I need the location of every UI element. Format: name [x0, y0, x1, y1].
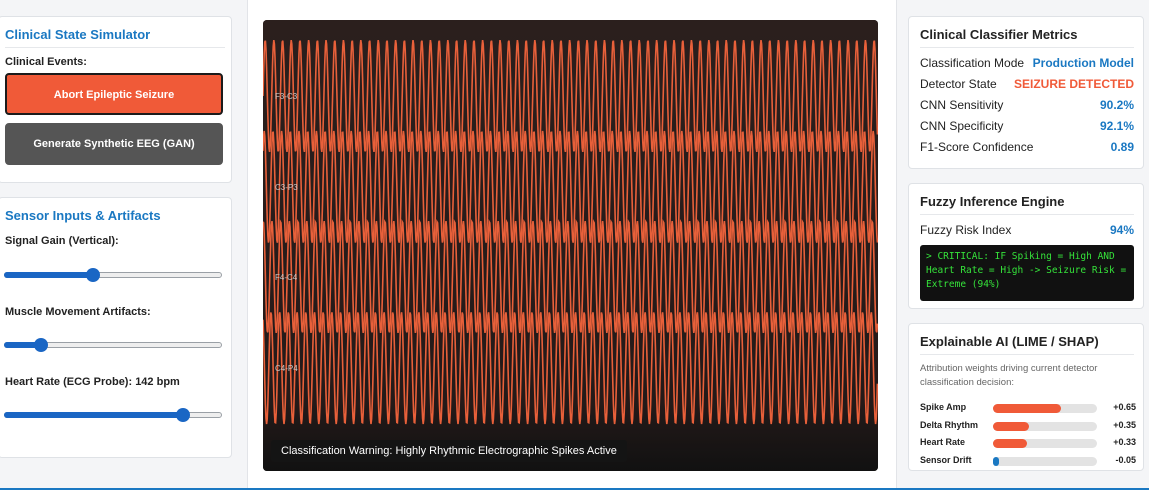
metric-value: 0.89 — [1110, 140, 1134, 154]
sensor-inputs-title: Sensor Inputs & Artifacts — [5, 208, 161, 223]
metric-value: SEIZURE DETECTED — [1013, 77, 1134, 91]
slider-thumb[interactable] — [34, 338, 49, 352]
attribution-bar-track — [993, 421, 1097, 431]
right-panel: Clinical Classifier Metrics Classificati… — [896, 0, 1149, 488]
eeg-waveform-canvas: F3-C3 C3-P3 F4-C4 C4-P4 — [263, 20, 878, 471]
slider-thumb[interactable] — [175, 408, 190, 422]
classifier-metrics-title: Clinical Classifier Metrics — [920, 27, 1078, 42]
attribution-feature-name: Delta Rhythm — [920, 419, 979, 430]
attribution-value: -0.05 — [1115, 454, 1136, 465]
metric-value: 90.2% — [1099, 98, 1134, 112]
signal-gain-label: Signal Gain (Vertical): — [5, 235, 119, 247]
heart-rate-slider[interactable] — [4, 408, 222, 422]
attribution-row: Spike Amp +0.65 — [920, 401, 1136, 415]
attribution-bar-fill — [993, 456, 999, 466]
attribution-value: +0.33 — [1113, 437, 1136, 447]
metric-label: CNN Sensitivity — [920, 98, 1004, 112]
attribution-feature-name: Sensor Drift — [920, 454, 972, 465]
attribution-row: Heart Rate +0.33 — [920, 436, 1136, 450]
fuzzy-engine-title: Fuzzy Inference Engine — [920, 194, 1065, 209]
attribution-value: +0.65 — [1113, 402, 1136, 412]
classifier-metrics-card: Clinical Classifier Metrics Classificati… — [908, 16, 1144, 169]
attribution-bar-track — [993, 404, 1097, 413]
attribution-value: +0.35 — [1113, 419, 1136, 430]
attribution-bar-fill — [993, 404, 1061, 413]
signal-gain-slider[interactable] — [4, 268, 222, 282]
xai-title: Explainable AI (LIME / SHAP) — [920, 334, 1099, 349]
heart-rate-label: Heart Rate (ECG Probe): 142 bpm — [5, 376, 180, 388]
metric-value: 92.1% — [1099, 119, 1134, 133]
clinical-events-label: Clinical Events: — [5, 56, 87, 68]
eeg-channel-label: F4-C4 — [275, 273, 298, 282]
fuzzy-risk-label: Fuzzy Risk Index — [920, 223, 1012, 237]
eeg-channel-label: F3-C3 — [275, 92, 298, 101]
generate-synthetic-eeg-button[interactable]: Generate Synthetic EEG (GAN) — [5, 123, 223, 165]
eeg-channel-label: C4-P4 — [275, 364, 298, 373]
metric-label: F1-Score Confidence — [920, 140, 1034, 154]
classification-warning-banner: Classification Warning: Highly Rhythmic … — [271, 440, 627, 462]
attribution-feature-name: Heart Rate — [920, 437, 966, 447]
metric-value: Production Model — [1032, 56, 1134, 70]
attribution-feature-name: Spike Amp — [920, 402, 967, 412]
xai-description: Attribution weights driving current dete… — [920, 363, 1098, 388]
simulator-title: Clinical State Simulator — [5, 27, 151, 42]
attribution-bar-track — [993, 456, 1097, 466]
attribution-bar-track — [993, 439, 1097, 448]
eeg-trace-display: F3-C3 C3-P3 F4-C4 C4-P4 Classification Warn… — [263, 20, 878, 471]
divider — [920, 47, 1134, 48]
attribution-row: Sensor Drift -0.05 — [920, 454, 1136, 468]
left-panel: Clinical State Simulator Clinical Events… — [0, 0, 248, 488]
metric-label: Detector State — [920, 77, 997, 91]
divider — [920, 214, 1134, 215]
metric-label: Classification Mode — [920, 56, 1025, 70]
metric-label: CNN Specificity — [920, 119, 1004, 133]
explainable-ai-card: Explainable AI (LIME / SHAP) Attribution… — [908, 323, 1144, 471]
inference-console: > CRITICAL: IF Spiking = High AND Heart … — [920, 245, 1134, 301]
clinical-state-simulator-card: Clinical State Simulator Clinical Events… — [0, 16, 232, 183]
divider — [5, 47, 225, 48]
bottom-status-strip — [0, 488, 1149, 494]
sensor-inputs-card: Sensor Inputs & Artifacts Signal Gain (V… — [0, 197, 232, 458]
attribution-bar-fill — [993, 421, 1030, 431]
muscle-artifacts-slider[interactable] — [4, 338, 222, 352]
divider — [920, 354, 1134, 355]
abort-seizure-button[interactable]: Abort Epileptic Seizure — [5, 73, 223, 115]
fuzzy-inference-card: Fuzzy Inference Engine Fuzzy Risk Index … — [908, 183, 1144, 309]
eeg-channel-label: C3-P3 — [275, 183, 298, 192]
attribution-row: Delta Rhythm +0.35 — [920, 419, 1136, 433]
slider-thumb[interactable] — [86, 268, 101, 282]
slider-fill — [4, 412, 183, 418]
muscle-artifacts-label: Muscle Movement Artifacts: — [5, 306, 151, 318]
fuzzy-risk-value: 94% — [1109, 223, 1134, 237]
attribution-bar-fill — [993, 439, 1028, 448]
slider-fill — [4, 272, 94, 278]
eeg-viewer-panel: F3-C3 C3-P3 F4-C4 C4-P4 Classification Warn… — [248, 0, 896, 488]
